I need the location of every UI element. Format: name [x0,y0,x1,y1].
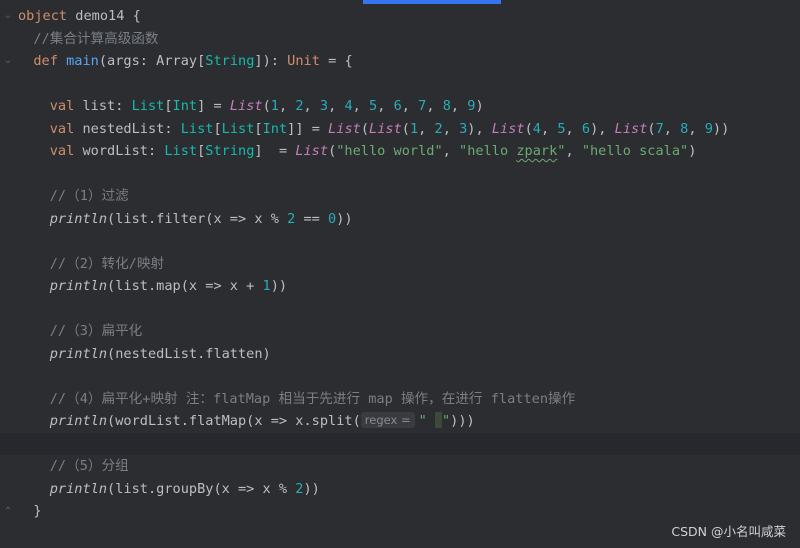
parameter-hint: regex = [360,412,415,428]
code-line[interactable]: def main(args: Array[String]): Unit = { [0,50,800,73]
spelling-warning[interactable]: zpark [516,143,557,159]
code-line[interactable] [0,365,800,388]
code-line[interactable]: //集合计算高级函数 [0,28,800,51]
code-line[interactable]: //（2）转化/映射 [0,253,800,276]
code-line[interactable]: println(nestedList.flatten) [0,343,800,366]
code-line[interactable] [0,73,800,96]
current-line[interactable] [0,432,800,455]
code-line[interactable]: //（5）分组 [0,455,800,478]
code-line[interactable]: println(list.groupBy(x => x % 2)) [0,478,800,501]
code-line[interactable]: //（3）扁平化 [0,320,800,343]
csdn-watermark: CSDN @小名叫咸菜 [671,524,786,539]
code-line[interactable]: } [0,500,800,523]
code-editor[interactable]: ⌵ ⌵ ⌃ object demo14 { //集合计算高级函数 def mai… [0,0,800,548]
code-line[interactable] [0,298,800,321]
code-line[interactable]: val wordList: List[String] = List("hello… [0,140,800,163]
code-line[interactable]: //（4）扁平化+映射 注：flatMap 相当于先进行 map 操作，在进行 … [0,388,800,411]
code-line[interactable]: //（1）过滤 [0,185,800,208]
code-line[interactable] [0,230,800,253]
scroll-position-indicator[interactable] [363,0,501,4]
code-line[interactable]: object demo14 { [0,5,800,28]
code-line[interactable] [0,163,800,186]
code-line[interactable]: println(list.filter(x => x % 2 == 0)) [0,208,800,231]
code-line[interactable]: println(list.map(x => x + 1)) [0,275,800,298]
text-caret [434,412,442,428]
code-line[interactable]: val nestedList: List[List[Int]] = List(L… [0,118,800,141]
code-line[interactable]: println(wordList.flatMap(x => x.split(re… [0,410,800,433]
code-line[interactable]: val list: List[Int] = List(1, 2, 3, 4, 5… [0,95,800,118]
